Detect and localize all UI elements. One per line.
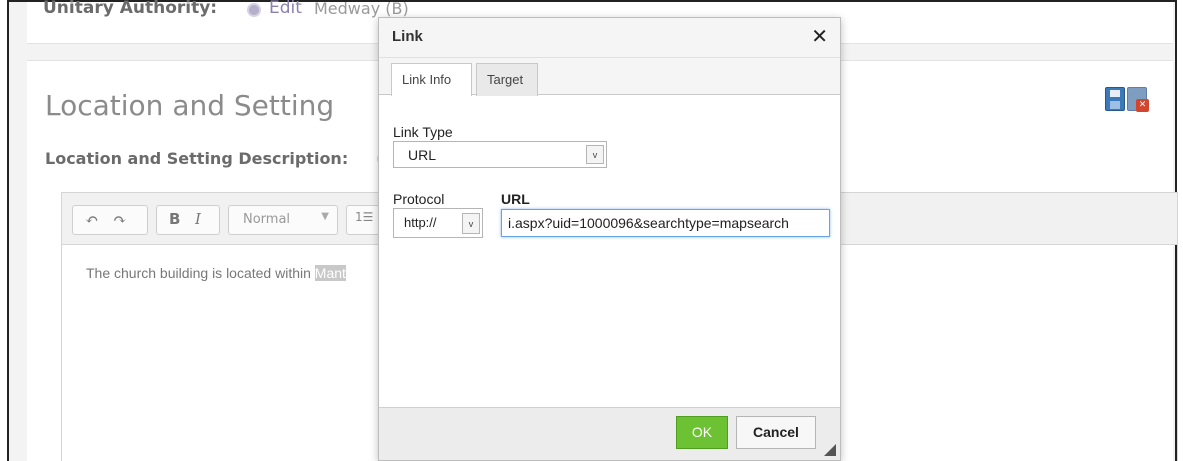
chevron-down-icon: ▼ <box>321 211 329 222</box>
bold-italic-group: B I <box>156 205 220 235</box>
link-type-value: URL <box>408 147 437 163</box>
link-dialog: Link ✕ Link Info Target Link Type URL v … <box>378 17 841 461</box>
tab-target[interactable]: Target <box>476 63 538 96</box>
numbered-list-icon: 1☰ <box>355 210 374 224</box>
edit-link[interactable]: Edit <box>269 0 302 18</box>
protocol-select[interactable]: http:// v <box>393 208 483 238</box>
undo-icon[interactable]: ↶ <box>85 210 98 229</box>
protocol-label: Protocol <box>393 191 445 207</box>
edit-help-icon[interactable] <box>247 3 261 17</box>
unitary-authority-label: Unitary Authority: <box>43 0 218 18</box>
url-input[interactable] <box>501 209 830 237</box>
tab-link-info[interactable]: Link Info <box>391 63 472 96</box>
save-icon[interactable] <box>1105 87 1125 111</box>
protocol-value: http:// <box>404 215 437 230</box>
section-title: Location and Setting <box>45 89 335 122</box>
description-label: Location and Setting Description: <box>45 149 349 168</box>
editor-content[interactable]: The church building is located within Ma… <box>86 265 346 281</box>
url-label: URL <box>501 191 530 207</box>
format-dropdown[interactable]: Normal ▼ <box>228 205 338 235</box>
format-value: Normal <box>243 212 291 227</box>
chevron-down-icon: v <box>462 213 480 234</box>
chevron-down-icon: v <box>586 145 604 164</box>
dialog-tabs: Link Info Target <box>379 58 840 96</box>
dialog-titlebar[interactable]: Link ✕ <box>379 18 840 58</box>
ok-button[interactable]: OK <box>676 416 728 449</box>
cancel-save-icon[interactable] <box>1127 87 1149 112</box>
link-type-select[interactable]: URL v <box>393 141 607 168</box>
undo-redo-group: ↶ ↷ <box>72 205 148 235</box>
unitary-authority-value: Medway (B) <box>314 0 409 18</box>
selected-text: Mant <box>314 265 346 281</box>
italic-button[interactable]: I <box>195 210 201 228</box>
resize-handle-icon[interactable] <box>824 444 836 456</box>
link-type-label: Link Type <box>393 124 453 140</box>
dialog-footer: OK Cancel <box>379 407 840 460</box>
content-text: The church building is located within <box>86 265 315 281</box>
bold-button[interactable]: B <box>169 210 180 228</box>
cancel-button[interactable]: Cancel <box>736 416 816 449</box>
dialog-title: Link <box>392 28 423 45</box>
redo-icon[interactable]: ↷ <box>113 210 126 229</box>
close-icon[interactable]: ✕ <box>811 24 828 48</box>
